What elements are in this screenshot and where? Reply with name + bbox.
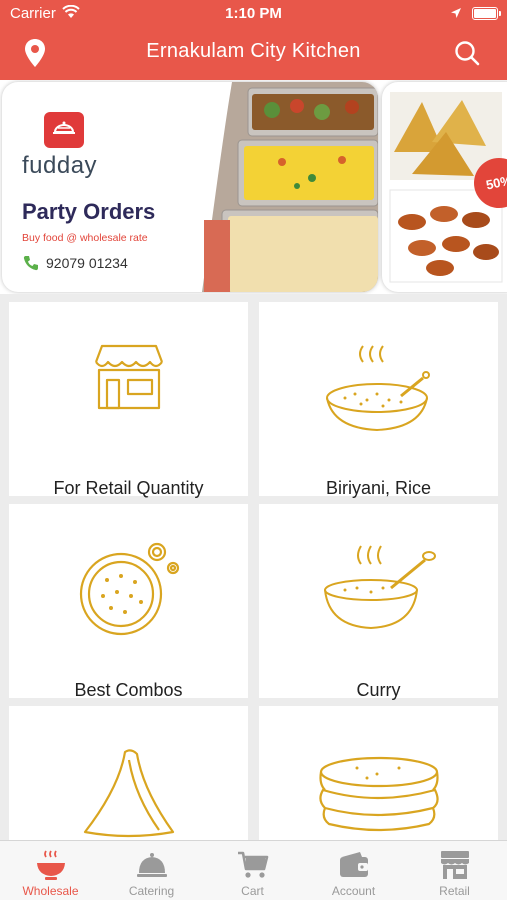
- tab-retail[interactable]: Retail: [404, 841, 505, 900]
- category-tile-biriyani[interactable]: Biriyani, Rice: [259, 302, 498, 498]
- category-tile-combos[interactable]: Best Combos: [9, 504, 248, 700]
- bottom-tab-bar: Wholesale Catering Cart Account Retail: [0, 840, 507, 900]
- tab-wholesale[interactable]: Wholesale: [0, 841, 101, 900]
- category-tile-flatbread[interactable]: [259, 706, 498, 840]
- page-title: Ernakulam City Kitchen: [146, 40, 361, 62]
- category-label: Curry: [356, 680, 401, 700]
- tab-label: Wholesale: [22, 884, 79, 898]
- tab-label: Account: [331, 884, 376, 898]
- fudday-logo-icon: [44, 112, 84, 148]
- category-label: For Retail Quantity: [53, 478, 204, 498]
- wallet-icon: [339, 852, 368, 877]
- tab-account[interactable]: Account: [303, 841, 404, 900]
- tab-cart[interactable]: Cart: [202, 841, 303, 900]
- store-icon: [440, 851, 469, 879]
- category-tile-retail[interactable]: For Retail Quantity: [9, 302, 248, 498]
- category-label: Biriyani, Rice: [325, 478, 432, 498]
- bowl-icon: [36, 850, 65, 880]
- promo-banner[interactable]: fudday Party Orders Buy food @ wholesale…: [0, 80, 507, 294]
- clock: 1:10 PM: [225, 5, 282, 22]
- cart-icon: [237, 851, 268, 878]
- rice-bowl-icon: [325, 345, 430, 432]
- snacks-card[interactable]: 50%: [382, 82, 507, 292]
- location-arrow-icon: [450, 6, 462, 23]
- shop-icon: [94, 344, 163, 410]
- app-header: Carrier 1:10 PM Ernakulam City Kitchen: [0, 0, 507, 80]
- discount-badge-text: 50%: [484, 172, 507, 193]
- category-tile-samosa[interactable]: [9, 706, 248, 840]
- combo-plate-icon: [79, 542, 179, 636]
- cloche-icon: [136, 853, 167, 877]
- category-tile-curry[interactable]: Curry: [259, 504, 498, 700]
- search-icon[interactable]: [454, 40, 480, 71]
- battery-icon: [472, 7, 501, 20]
- tab-label: Cart: [241, 884, 264, 898]
- curry-bowl-icon: [323, 545, 436, 630]
- category-grid: For Retail Quantity Biriyani, Rice Best …: [0, 294, 507, 840]
- tab-label: Retail: [439, 884, 470, 898]
- phone-number[interactable]: 92079 01234: [46, 255, 128, 271]
- flatbread-icon: [318, 756, 439, 832]
- phone-icon: [22, 254, 40, 277]
- samosa-icon: [83, 749, 174, 838]
- banner-headline: Party Orders: [22, 199, 156, 224]
- brand-name: fudday: [22, 152, 98, 179]
- tab-catering[interactable]: Catering: [101, 841, 202, 900]
- food-trays-image: [202, 82, 378, 292]
- tab-label: Catering: [128, 884, 175, 898]
- banner-subline: Buy food @ wholesale rate: [22, 232, 148, 244]
- category-label: Best Combos: [74, 680, 183, 700]
- status-bar: Carrier 1:10 PM: [0, 0, 507, 28]
- party-orders-card[interactable]: fudday Party Orders Buy food @ wholesale…: [2, 82, 378, 292]
